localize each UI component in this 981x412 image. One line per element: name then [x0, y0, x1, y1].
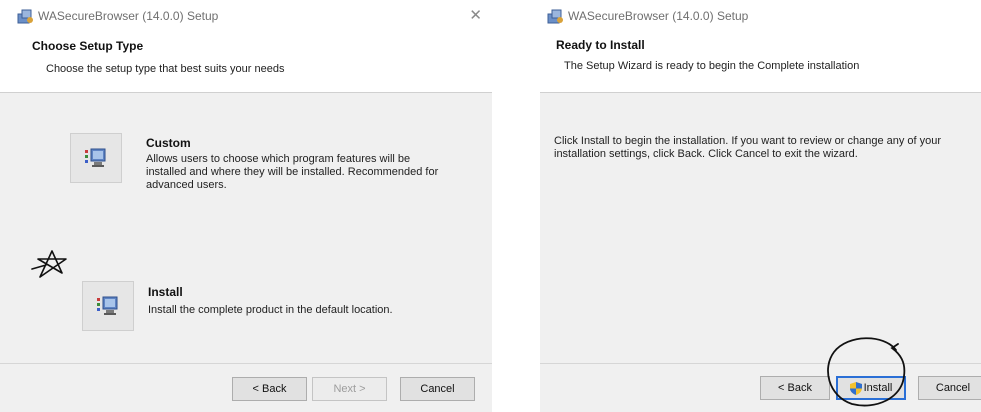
cancel-button[interactable]: Cancel	[918, 376, 981, 400]
page-title: Ready to Install	[556, 38, 645, 52]
wizard-body: Click Install to begin the installation.…	[540, 93, 981, 363]
installer-app-icon	[17, 9, 33, 24]
next-button[interactable]: Next >	[312, 377, 387, 401]
custom-option-title: Custom	[146, 136, 191, 150]
window-title: WASecureBrowser (14.0.0) Setup	[568, 9, 749, 23]
install-option-description: Install the complete product in the defa…	[148, 304, 393, 316]
installer-app-icon	[547, 9, 563, 24]
setup-type-icon	[85, 148, 106, 167]
wizard-footer: < Back Next > Cancel	[0, 363, 492, 412]
cancel-button[interactable]: Cancel	[400, 377, 475, 401]
close-icon[interactable]: ✕	[469, 6, 482, 24]
wizard-body: Custom Allows users to choose which prog…	[0, 93, 492, 363]
install-option-button[interactable]	[82, 281, 134, 331]
screenshot-canvas: WASecureBrowser (14.0.0) Setup ✕ Choose …	[0, 0, 981, 412]
title-bar: WASecureBrowser (14.0.0) Setup	[540, 0, 981, 30]
ready-instructions: Click Install to begin the installation.…	[554, 135, 942, 160]
install-option-title: Install	[148, 285, 183, 299]
custom-option-button[interactable]	[70, 133, 122, 183]
custom-option-description: Allows users to choose which program fea…	[146, 153, 439, 191]
wizard-header: Choose Setup Type Choose the setup type …	[0, 30, 492, 93]
hand-drawn-circle-mark	[827, 337, 906, 407]
window-title: WASecureBrowser (14.0.0) Setup	[38, 9, 219, 23]
hand-drawn-star-mark	[31, 250, 67, 278]
back-button[interactable]: < Back	[232, 377, 307, 401]
page-subtitle: Choose the setup type that best suits yo…	[46, 63, 285, 75]
back-button[interactable]: < Back	[760, 376, 830, 400]
setup-window-ready-to-install: WASecureBrowser (14.0.0) Setup Ready to …	[540, 0, 981, 412]
wizard-header: Ready to Install The Setup Wizard is rea…	[540, 30, 981, 93]
wizard-footer: < Back Install Cancel	[540, 363, 981, 412]
page-title: Choose Setup Type	[32, 39, 144, 53]
setup-type-icon	[97, 296, 118, 315]
title-bar: WASecureBrowser (14.0.0) Setup ✕	[0, 0, 492, 30]
page-subtitle: The Setup Wizard is ready to begin the C…	[564, 60, 860, 72]
setup-window-choose-type: WASecureBrowser (14.0.0) Setup ✕ Choose …	[0, 0, 492, 412]
